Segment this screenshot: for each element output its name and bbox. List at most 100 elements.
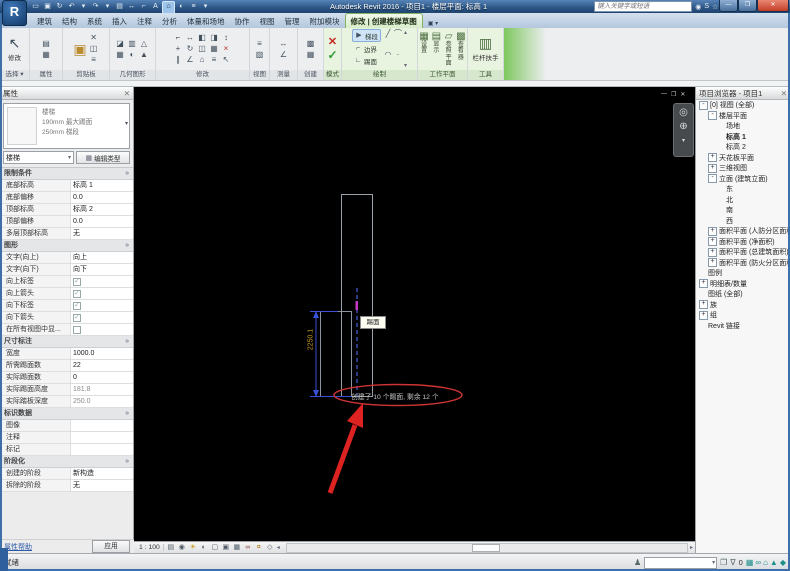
section-pin-icon[interactable]: » (125, 240, 129, 251)
section-header[interactable]: 尺寸标注» (0, 336, 133, 348)
property-value[interactable] (71, 420, 133, 431)
ribbon-display-toggle[interactable]: ▣ ▾ (423, 18, 443, 28)
worksets-combo[interactable]: ▾ (644, 557, 717, 569)
expand-icon[interactable]: + (708, 248, 717, 257)
create-group-icon[interactable]: ▩ (306, 39, 316, 49)
property-checkbox[interactable] (73, 326, 81, 334)
tree-item[interactable]: 图纸 (全部) (696, 289, 790, 300)
undo-dropdown[interactable]: ▾ (78, 1, 89, 12)
hscroll-thumb[interactable] (472, 544, 500, 552)
minimize-button[interactable]: — (719, 0, 738, 12)
section-pin-icon[interactable]: » (125, 456, 129, 467)
thin-lines-button[interactable]: ≡ (188, 1, 199, 12)
expand-icon[interactable]: + (708, 227, 717, 236)
riser-tool[interactable]: ∟踢面 (352, 55, 381, 66)
tree-item[interactable]: Revit 链接 (696, 321, 790, 332)
application-menu-button[interactable]: R (2, 0, 27, 26)
tree-item[interactable]: -[0] 视图 (全部) (696, 100, 790, 111)
tab-附加模块[interactable]: 附加模块 (305, 14, 345, 28)
run-tool[interactable]: ▶梯段 (352, 29, 381, 42)
tab-插入[interactable]: 插入 (107, 14, 132, 28)
expand-icon[interactable]: + (708, 258, 717, 267)
property-value[interactable] (71, 432, 133, 443)
tree-item[interactable]: +组 (696, 310, 790, 321)
element-filter-combo[interactable]: 楼梯 ▾ (3, 151, 74, 164)
extend-icon[interactable]: ↕ (221, 33, 231, 43)
section-header[interactable]: 标识数据» (0, 408, 133, 420)
collapse-icon[interactable]: - (708, 111, 717, 120)
expand-icon[interactable]: + (708, 237, 717, 246)
property-checkbox[interactable] (73, 302, 81, 310)
temporary-dimension-value[interactable]: 2250.1 (308, 322, 315, 358)
tree-item[interactable]: 东 (696, 184, 790, 195)
property-value[interactable] (71, 300, 133, 311)
filter-icon[interactable]: ∇ (730, 558, 735, 567)
align-icon[interactable]: ⌐ (173, 33, 183, 43)
mirror-draw-axis-icon[interactable]: ◨ (209, 33, 219, 43)
sun-path-button[interactable]: ☀ (188, 543, 198, 552)
tab-视图[interactable]: 视图 (255, 14, 280, 28)
collapse-icon[interactable]: - (708, 174, 717, 183)
paint-icon[interactable]: ▲ (139, 50, 149, 60)
panel-select-label[interactable]: 选择 ▾ (0, 70, 29, 80)
steering-wheel-icon[interactable]: ◎ (679, 108, 688, 118)
create-similar-icon[interactable]: ▦ (306, 50, 316, 60)
rotate-icon[interactable]: ↻ (185, 44, 195, 54)
property-value[interactable]: 无 (71, 480, 133, 491)
collapse-icon[interactable]: - (699, 101, 708, 110)
reveal-hidden-elements-button[interactable]: ¤ (254, 543, 264, 552)
tree-item[interactable]: +面积平面 (总建筑面积) (696, 247, 790, 258)
tangent-arc-tool[interactable]: ◠ (383, 50, 393, 60)
expand-icon[interactable]: + (699, 311, 708, 320)
arc-tool[interactable]: ⌒ (393, 29, 403, 39)
design-options-icon[interactable]: ❐ (720, 558, 727, 567)
show-workplane-button[interactable]: ▤显示 (431, 31, 441, 55)
tab-contextual-modify[interactable]: 修改 | 创建楼梯草图 (345, 13, 423, 28)
section-pin-icon[interactable]: » (125, 168, 129, 179)
tab-管理[interactable]: 管理 (280, 14, 305, 28)
boundary-tool[interactable]: ⌐边界 (352, 43, 381, 54)
properties-palette-icon[interactable]: ▤ (41, 39, 51, 49)
trim-icon[interactable]: ∠ (185, 55, 195, 65)
show-rendering-button[interactable]: ▢ (210, 543, 220, 552)
cut-geometry-icon[interactable]: ◪ (115, 39, 125, 49)
split-face-icon[interactable]: ▦ (115, 50, 125, 60)
unpin-icon[interactable]: ↖ (221, 55, 231, 65)
modify-button[interactable]: ↖ 修改 (8, 36, 21, 62)
property-value[interactable]: 标高 2 (71, 204, 133, 215)
navbar-dropdown-icon[interactable]: ▾ (682, 136, 685, 146)
qat-customize-button[interactable]: ▾ (200, 1, 211, 12)
drag-on-selection-toggle[interactable]: ◆ (780, 558, 786, 567)
shadows-button[interactable]: ◐ (199, 543, 209, 552)
project-browser-header[interactable]: 项目浏览器 - 项目1 ✕ (696, 87, 790, 100)
tree-item[interactable]: +明细表/数量 (696, 279, 790, 290)
tree-item[interactable]: 图例 (696, 268, 790, 279)
favorites-star-icon[interactable]: ☆ (712, 3, 718, 11)
tree-item[interactable]: 南 (696, 205, 790, 216)
property-value[interactable]: 0.0 (71, 192, 133, 203)
tree-item[interactable]: -立面 (建筑立面) (696, 174, 790, 185)
view-scale-button[interactable]: 1 : 100 (136, 544, 164, 551)
save-button[interactable]: ▣ (42, 1, 53, 12)
property-value[interactable]: 标高 1 (71, 180, 133, 191)
type-selector-dropdown-icon[interactable]: ▾ (125, 120, 128, 127)
move-icon[interactable]: + (173, 44, 183, 54)
undo-button[interactable]: ↶ (66, 1, 77, 12)
show-crop-region-button[interactable]: ▦ (232, 543, 242, 552)
property-value[interactable] (71, 312, 133, 323)
tab-系统[interactable]: 系统 (82, 14, 107, 28)
property-value[interactable]: 向下 (71, 264, 133, 275)
close-button[interactable]: ✕ (757, 0, 789, 12)
draw-scroll-down-icon[interactable]: ▾ (404, 62, 407, 69)
project-browser-close-icon[interactable]: ✕ (781, 89, 787, 98)
expand-icon[interactable]: + (708, 164, 717, 173)
tree-item[interactable]: 标高 1 (696, 132, 790, 143)
property-value[interactable]: 0.0 (71, 216, 133, 227)
draw-scroll-up-icon[interactable]: ▴ (404, 29, 407, 36)
apply-button[interactable]: 应用 (92, 540, 130, 553)
property-value[interactable]: 181.8 (71, 384, 133, 395)
tree-item[interactable]: 北 (696, 195, 790, 206)
tree-item[interactable]: +面积平面 (人防分区面积) (696, 226, 790, 237)
hscroll-right-icon[interactable]: ▸ (690, 544, 693, 551)
property-checkbox[interactable] (73, 314, 81, 322)
